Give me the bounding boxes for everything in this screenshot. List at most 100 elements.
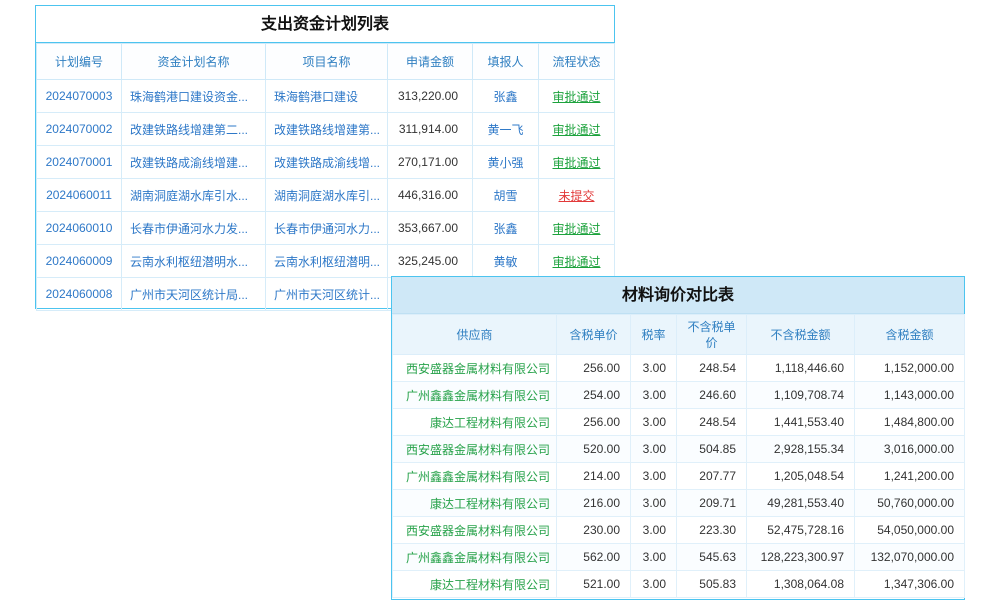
expense-plan-table: 计划编号 资金计划名称 项目名称 申请金额 填报人 流程状态 202407000… — [36, 43, 615, 311]
table-row: 2024070002 改建铁路线增建第二... 改建铁路线增建第... 311,… — [37, 113, 615, 146]
status-link[interactable]: 审批通过 — [552, 156, 600, 170]
table-row: 2024060011 湖南洞庭湖水库引水... 湖南洞庭湖水库引... 446,… — [37, 179, 615, 212]
material-quote-table: 供应商 含税单价 税率 不含税单价 不含税金额 含税金额 西安盛器金属材料有限公… — [392, 314, 965, 598]
cell-supplier[interactable]: 广州鑫鑫金属材料有限公司 — [393, 544, 557, 571]
cell-fund-plan-name[interactable]: 长春市伊通河水力发... — [122, 212, 266, 245]
cell-apply-amount: 353,667.00 — [388, 212, 473, 245]
cell-plan-id[interactable]: 2024060009 — [37, 245, 122, 278]
table-row: 广州鑫鑫金属材料有限公司 214.00 3.00 207.77 1,205,04… — [393, 463, 965, 490]
cell-reporter[interactable]: 黄敏 — [473, 245, 539, 278]
cell-untaxed-amount: 1,205,048.54 — [747, 463, 855, 490]
cell-taxed-amount: 1,143,000.00 — [855, 382, 965, 409]
cell-taxed-amount: 132,070,000.00 — [855, 544, 965, 571]
cell-supplier[interactable]: 西安盛器金属材料有限公司 — [393, 355, 557, 382]
status-link[interactable]: 审批通过 — [552, 222, 600, 236]
cell-apply-amount: 446,316.00 — [388, 179, 473, 212]
cell-supplier[interactable]: 康达工程材料有限公司 — [393, 409, 557, 436]
cell-project-name[interactable]: 改建铁路成渝线增... — [266, 146, 388, 179]
table-row: 广州鑫鑫金属材料有限公司 562.00 3.00 545.63 128,223,… — [393, 544, 965, 571]
table-row: 康达工程材料有限公司 521.00 3.00 505.83 1,308,064.… — [393, 571, 965, 598]
cell-tax-rate: 3.00 — [631, 355, 677, 382]
cell-fund-plan-name[interactable]: 珠海鹤港口建设资金... — [122, 80, 266, 113]
cell-taxed-amount: 1,484,800.00 — [855, 409, 965, 436]
cell-untaxed-unit-price: 223.30 — [677, 517, 747, 544]
cell-reporter[interactable]: 张鑫 — [473, 212, 539, 245]
cell-supplier[interactable]: 广州鑫鑫金属材料有限公司 — [393, 463, 557, 490]
status-link[interactable]: 审批通过 — [552, 90, 600, 104]
cell-project-name[interactable]: 湖南洞庭湖水库引... — [266, 179, 388, 212]
cell-untaxed-unit-price: 248.54 — [677, 355, 747, 382]
cell-status: 审批通过 — [539, 146, 615, 179]
cell-supplier[interactable]: 康达工程材料有限公司 — [393, 490, 557, 517]
cell-untaxed-amount: 2,928,155.34 — [747, 436, 855, 463]
cell-tax-rate: 3.00 — [631, 571, 677, 598]
table-row: 西安盛器金属材料有限公司 230.00 3.00 223.30 52,475,7… — [393, 517, 965, 544]
cell-supplier[interactable]: 西安盛器金属材料有限公司 — [393, 517, 557, 544]
expense-plan-title: 支出资金计划列表 — [36, 6, 614, 43]
column-header-plan-id: 计划编号 — [37, 44, 122, 80]
expense-plan-panel: 支出资金计划列表 计划编号 资金计划名称 项目名称 申请金额 填报人 流程状态 … — [35, 5, 615, 309]
status-link[interactable]: 未提交 — [558, 189, 594, 203]
material-quote-title: 材料询价对比表 — [392, 277, 964, 314]
cell-reporter[interactable]: 黄一飞 — [473, 113, 539, 146]
cell-tax-rate: 3.00 — [631, 382, 677, 409]
cell-taxed-unit-price: 521.00 — [557, 571, 631, 598]
cell-taxed-unit-price: 254.00 — [557, 382, 631, 409]
column-header-taxed-amount: 含税金额 — [855, 315, 965, 355]
cell-fund-plan-name[interactable]: 湖南洞庭湖水库引水... — [122, 179, 266, 212]
cell-tax-rate: 3.00 — [631, 463, 677, 490]
cell-plan-id[interactable]: 2024070003 — [37, 80, 122, 113]
cell-untaxed-unit-price: 209.71 — [677, 490, 747, 517]
cell-taxed-amount: 3,016,000.00 — [855, 436, 965, 463]
cell-untaxed-amount: 49,281,553.40 — [747, 490, 855, 517]
cell-apply-amount: 325,245.00 — [388, 245, 473, 278]
cell-tax-rate: 3.00 — [631, 409, 677, 436]
cell-status: 审批通过 — [539, 212, 615, 245]
cell-untaxed-amount: 1,109,708.74 — [747, 382, 855, 409]
status-link[interactable]: 审批通过 — [552, 123, 600, 137]
cell-tax-rate: 3.00 — [631, 436, 677, 463]
cell-plan-id[interactable]: 2024060011 — [37, 179, 122, 212]
cell-taxed-unit-price: 256.00 — [557, 409, 631, 436]
cell-supplier[interactable]: 西安盛器金属材料有限公司 — [393, 436, 557, 463]
cell-project-name[interactable]: 广州市天河区统计... — [266, 278, 388, 311]
table-row: 2024070001 改建铁路成渝线增建... 改建铁路成渝线增... 270,… — [37, 146, 615, 179]
cell-plan-id[interactable]: 2024060010 — [37, 212, 122, 245]
table-row: 西安盛器金属材料有限公司 520.00 3.00 504.85 2,928,15… — [393, 436, 965, 463]
status-link[interactable]: 审批通过 — [552, 255, 600, 269]
cell-untaxed-unit-price: 246.60 — [677, 382, 747, 409]
cell-taxed-amount: 50,760,000.00 — [855, 490, 965, 517]
column-header-supplier: 供应商 — [393, 315, 557, 355]
cell-fund-plan-name[interactable]: 广州市天河区统计局... — [122, 278, 266, 311]
cell-tax-rate: 3.00 — [631, 544, 677, 571]
cell-status: 审批通过 — [539, 80, 615, 113]
cell-reporter[interactable]: 胡雪 — [473, 179, 539, 212]
cell-plan-id[interactable]: 2024070002 — [37, 113, 122, 146]
cell-taxed-unit-price: 256.00 — [557, 355, 631, 382]
cell-apply-amount: 313,220.00 — [388, 80, 473, 113]
cell-apply-amount: 270,171.00 — [388, 146, 473, 179]
cell-plan-id[interactable]: 2024070001 — [37, 146, 122, 179]
cell-untaxed-amount: 1,118,446.60 — [747, 355, 855, 382]
cell-fund-plan-name[interactable]: 云南水利枢纽潜明水... — [122, 245, 266, 278]
cell-project-name[interactable]: 改建铁路线增建第... — [266, 113, 388, 146]
cell-status: 审批通过 — [539, 113, 615, 146]
table-header-row: 供应商 含税单价 税率 不含税单价 不含税金额 含税金额 — [393, 315, 965, 355]
cell-fund-plan-name[interactable]: 改建铁路成渝线增建... — [122, 146, 266, 179]
cell-untaxed-unit-price: 207.77 — [677, 463, 747, 490]
cell-fund-plan-name[interactable]: 改建铁路线增建第二... — [122, 113, 266, 146]
column-header-untaxed-amount: 不含税金额 — [747, 315, 855, 355]
table-row: 2024060010 长春市伊通河水力发... 长春市伊通河水力... 353,… — [37, 212, 615, 245]
cell-supplier[interactable]: 康达工程材料有限公司 — [393, 571, 557, 598]
cell-taxed-amount: 1,347,306.00 — [855, 571, 965, 598]
column-header-status: 流程状态 — [539, 44, 615, 80]
cell-project-name[interactable]: 云南水利枢纽潜明... — [266, 245, 388, 278]
cell-plan-id[interactable]: 2024060008 — [37, 278, 122, 311]
cell-reporter[interactable]: 张鑫 — [473, 80, 539, 113]
cell-apply-amount: 311,914.00 — [388, 113, 473, 146]
cell-supplier[interactable]: 广州鑫鑫金属材料有限公司 — [393, 382, 557, 409]
cell-project-name[interactable]: 长春市伊通河水力... — [266, 212, 388, 245]
cell-reporter[interactable]: 黄小强 — [473, 146, 539, 179]
cell-project-name[interactable]: 珠海鹤港口建设 — [266, 80, 388, 113]
column-header-tax-rate: 税率 — [631, 315, 677, 355]
